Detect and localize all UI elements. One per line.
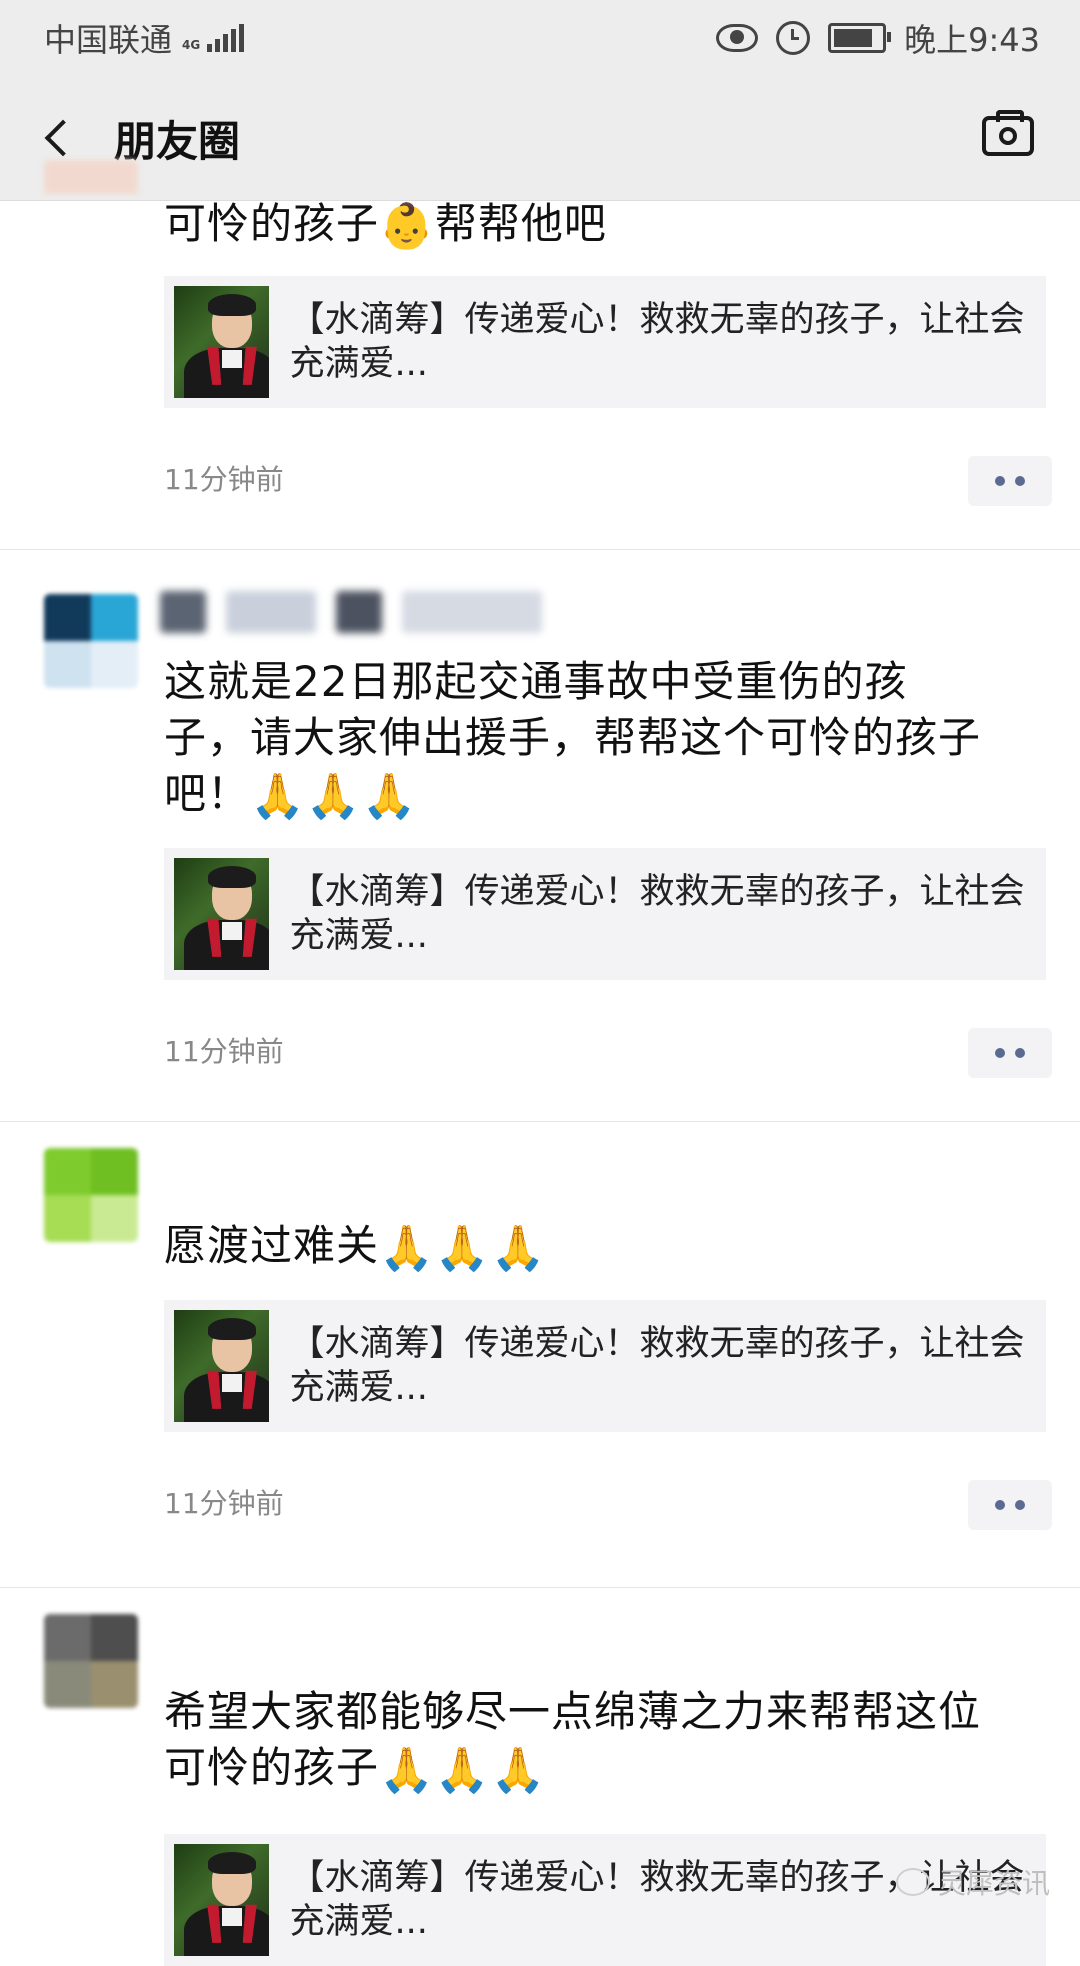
clock: 晚上9:43 <box>904 21 1040 59</box>
carrier: 中国联通 4G <box>44 15 245 61</box>
battery-icon <box>828 23 892 53</box>
link-card[interactable]: 【水滴筹】传递爱心！救救无辜的孩子，让社会充满爱... <box>164 276 1046 408</box>
watermark-text: 灵犀资讯 <box>937 1867 1050 1900</box>
post-time: 11分钟前 <box>164 1487 284 1520</box>
alarm-icon <box>776 21 811 55</box>
nav-bar: 朋友圈 <box>0 76 1080 201</box>
post: 这就是22日那起交通事故中受重伤的孩子，请大家伸出援手，帮帮这个可怜的孩子吧！🙏… <box>0 550 1080 1122</box>
network-type: 4G <box>182 38 201 52</box>
moments-feed[interactable]: 可怜的孩子👶帮帮他吧 【水滴筹】传递爱心！救救无辜的孩子，让社会充满爱... 1… <box>0 160 1080 1966</box>
post: 愿渡过难关🙏🙏🙏 【水滴筹】传递爱心！救救无辜的孩子，让社会充满爱... 11分… <box>0 1122 1080 1588</box>
link-title: 【水滴筹】传递爱心！救救无辜的孩子，让社会充满爱... <box>289 1324 1025 1408</box>
chevron-left-icon <box>44 119 82 157</box>
wechat-icon <box>895 1868 930 1896</box>
signal-icon: 4G <box>182 24 245 52</box>
pray-emoji: 🙏🙏🙏 <box>379 1744 547 1796</box>
link-title: 【水滴筹】传递爱心！救救无辜的孩子，让社会充满爱... <box>289 872 1025 956</box>
link-card[interactable]: 【水滴筹】传递爱心！救救无辜的孩子，让社会充满爱... <box>164 848 1046 980</box>
eye-icon <box>716 24 759 52</box>
post-text: 可怜的孩子👶帮帮他吧 <box>164 199 607 252</box>
post-text: 希望大家都能够尽一点绵薄之力来帮帮这位可怜的孩子🙏🙏🙏 <box>164 1687 982 1796</box>
avatar[interactable] <box>44 160 138 228</box>
post-time: 11分钟前 <box>164 1035 284 1068</box>
link-thumbnail <box>174 1844 270 1956</box>
post-text: 这就是22日那起交通事故中受重伤的孩子，请大家伸出援手，帮帮这个可怜的孩子吧！🙏… <box>164 657 982 822</box>
more-button[interactable] <box>968 456 1052 506</box>
watermark: 灵犀资讯 <box>895 1862 1050 1902</box>
camera-icon[interactable] <box>982 110 1034 156</box>
post: 可怜的孩子👶帮帮他吧 【水滴筹】传递爱心！救救无辜的孩子，让社会充满爱... 1… <box>0 160 1080 550</box>
link-thumbnail <box>174 1310 270 1422</box>
link-card[interactable]: 【水滴筹】传递爱心！救救无辜的孩子，让社会充满爱... <box>164 1300 1046 1432</box>
pray-emoji: 🙏🙏🙏 <box>379 1222 547 1274</box>
post-time: 11分钟前 <box>164 463 284 496</box>
link-thumbnail <box>174 858 270 970</box>
more-button[interactable] <box>968 1480 1052 1530</box>
back-button[interactable] <box>36 108 82 168</box>
avatar[interactable] <box>44 594 138 688</box>
avatar[interactable] <box>44 1614 138 1708</box>
link-thumbnail <box>174 286 270 398</box>
avatar[interactable] <box>44 1148 138 1242</box>
more-button[interactable] <box>968 1028 1052 1078</box>
status-right: 晚上9:43 <box>716 0 1040 76</box>
link-title: 【水滴筹】传递爱心！救救无辜的孩子，让社会充满爱... <box>289 300 1025 384</box>
baby-emoji: 👶 <box>379 200 435 252</box>
username-blurred[interactable] <box>160 590 580 634</box>
pray-emoji: 🙏🙏🙏 <box>250 770 418 822</box>
post-text: 愿渡过难关🙏🙏🙏 <box>164 1221 547 1274</box>
carrier-name: 中国联通 <box>44 21 173 59</box>
status-bar: 中国联通 4G 晚上9:43 <box>0 0 1080 76</box>
